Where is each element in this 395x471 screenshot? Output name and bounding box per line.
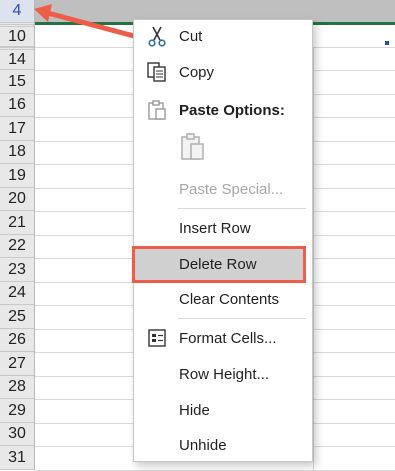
menu-separator	[178, 208, 306, 209]
menu-item-delete-row[interactable]: Delete Row	[132, 246, 306, 283]
menu-item-row-height[interactable]: Row Height...	[134, 358, 312, 390]
menu-item-unhide[interactable]: Unhide	[134, 429, 312, 461]
menu-label-row-height: Row Height...	[179, 365, 270, 383]
row-header[interactable]: 4	[0, 0, 34, 23]
row-header[interactable]: 25	[0, 306, 34, 329]
row-header[interactable]: 31	[0, 447, 34, 470]
menu-item-hide[interactable]: Hide	[134, 394, 312, 426]
menu-label-format-cells: Format Cells...	[179, 329, 277, 347]
scissors-icon	[148, 26, 166, 47]
row-header[interactable]: 17	[0, 118, 34, 141]
arrow-icon	[34, 4, 137, 39]
clipboard-icon	[148, 100, 166, 120]
menu-item-copy[interactable]: Copy	[134, 56, 312, 88]
row-header[interactable]: 30	[0, 423, 34, 446]
copy-icon	[147, 62, 166, 82]
menu-separator	[178, 318, 306, 319]
row-header[interactable]: 28	[0, 376, 34, 399]
row-header[interactable]: 26	[0, 329, 34, 352]
row-header[interactable]: 21	[0, 212, 34, 235]
menu-label-paste-special: Paste Special...	[179, 180, 284, 198]
menu-item-clear-contents[interactable]: Clear Contents	[134, 283, 312, 315]
row-header[interactable]: 14	[0, 47, 34, 70]
menu-item-cut[interactable]: Cut	[134, 20, 312, 52]
paste-icon	[181, 133, 204, 160]
row-header[interactable]: 24	[0, 282, 34, 305]
menu-label-insert-row: Insert Row	[179, 219, 251, 237]
row-headers: 4 10 14 15 16 17 18 19 20 21 22 23 24 25 26 27 28 29 30 31	[0, 0, 35, 470]
menu-item-paste-options: Paste Options:	[134, 94, 312, 126]
row-header[interactable]: 18	[0, 141, 34, 164]
menu-label-clear-contents: Clear Contents	[179, 290, 280, 308]
menu-label-copy: Copy	[179, 63, 215, 81]
row-header[interactable]: 20	[0, 188, 34, 211]
row-header[interactable]: 23	[0, 259, 34, 282]
menu-item-insert-row[interactable]: Insert Row	[134, 212, 312, 244]
fill-handle[interactable]	[385, 41, 389, 45]
row-header[interactable]: 10	[0, 24, 34, 47]
row-header[interactable]: 22	[0, 235, 34, 258]
menu-label-delete-row: Delete Row	[179, 256, 257, 273]
column-gridline	[313, 48, 314, 470]
menu-label-unhide: Unhide	[179, 436, 227, 454]
row-header[interactable]: 29	[0, 400, 34, 423]
row-header[interactable]: 27	[0, 353, 34, 376]
menu-label-hide: Hide	[179, 401, 210, 419]
row-header[interactable]: 16	[0, 94, 34, 117]
menu-label-cut: Cut	[179, 27, 203, 45]
row-header[interactable]: 19	[0, 165, 34, 188]
format-cells-icon	[148, 329, 166, 347]
row-header[interactable]: 15	[0, 71, 34, 94]
menu-label-paste-options: Paste Options:	[179, 101, 285, 119]
menu-item-format-cells[interactable]: Format Cells...	[134, 322, 312, 354]
context-menu: Cut Copy Paste Options: Paste Special...…	[132, 19, 313, 462]
menu-item-paste-special: Paste Special...	[134, 173, 312, 205]
